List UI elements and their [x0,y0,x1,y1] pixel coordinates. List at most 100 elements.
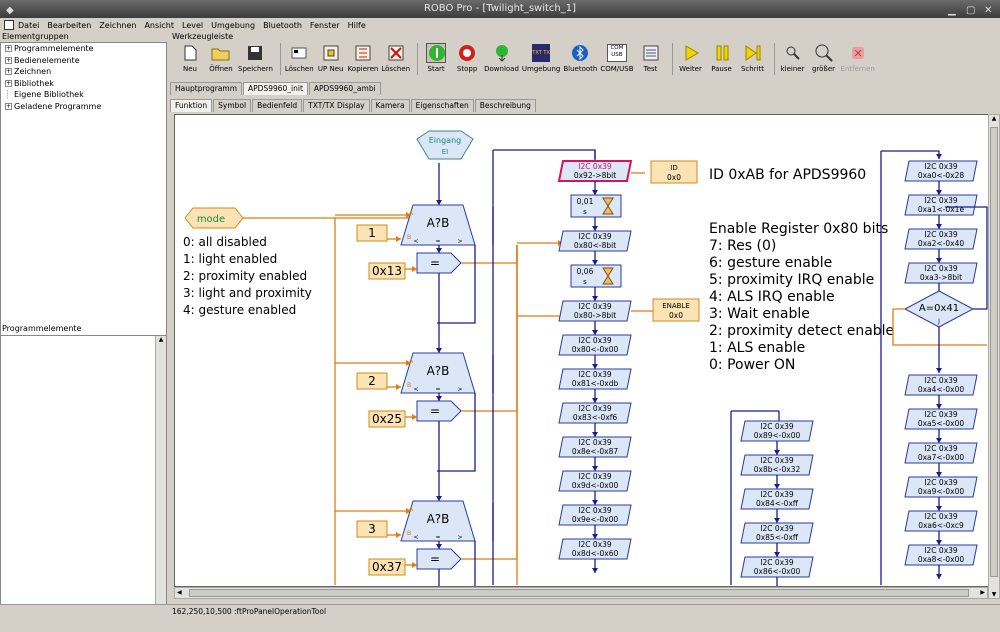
toolbar-button-pause-15[interactable]: Pause [708,43,736,73]
arrow-head [592,226,598,231]
menu-level[interactable]: Level [182,21,203,30]
tree-item-bibliothek[interactable]: + Bibliothek [1,78,166,90]
program-elements-list[interactable]: ▲ ▼ [0,335,167,618]
arrow-head [436,200,442,205]
i2c-operation: 0x84<-0xff [756,499,799,508]
wire [461,245,518,264]
subtab-funktion[interactable]: Funktion [170,99,213,112]
mode-note: 1: light enabled [183,252,277,266]
vertical-scrollbar[interactable]: ▲ ▼ [988,114,1000,599]
window-title: ROBO Pro - [Twilight_switch_1] [423,3,577,14]
toolbar-button-speichern-2[interactable]: Speichern [238,43,273,73]
tab-hauptprogramm[interactable]: Hauptprogramm [170,82,243,95]
subtab-txt-tx-display[interactable]: TXT/TX Display [303,99,370,112]
subtab-kamera[interactable]: Kamera [370,99,410,112]
scroll-up-icon[interactable]: ▲ [989,115,999,122]
app-icon[interactable] [4,20,14,30]
constant-value: 1 [368,226,376,240]
horizontal-scrollbar[interactable]: ◀ ▶ [174,587,988,599]
toolbar-button-start-7[interactable]: Start [422,43,450,73]
toolbar-button-schritt-16[interactable]: Schritt [739,43,767,73]
i2c-operation: 0x80->8bit [574,311,616,320]
tab-apds9960-init[interactable]: APDS9960_init [243,82,308,95]
environment-txt-icon: TXT TX [531,43,551,63]
menu-ansicht[interactable]: Ansicht [144,21,174,30]
i2c-address: I2C 0x39 [578,506,612,515]
program-elements-scrollbar[interactable]: ▲ ▼ [155,336,166,617]
enable-bit-note: 4: ALS IRQ enable [709,289,835,305]
toolbar-button-entfernen-19[interactable]: Entfernen [841,43,875,73]
enable-bit-note: 7: Res (0) [709,238,776,254]
title-bar[interactable]: ROBO Pro - [Twilight_switch_1] ◆ ▁ ▢ ✕ [0,0,1000,18]
bluetooth-icon [570,43,590,63]
toolbar-button-l-schen-3[interactable]: Löschen [285,43,314,73]
toolbar-button-weiter-14[interactable]: Weiter [677,43,705,73]
menu-umgebung[interactable]: Umgebung [211,21,255,30]
menu-datei[interactable]: Datei [18,21,39,30]
expand-icon[interactable]: + [5,45,12,52]
expand-icon[interactable]: + [5,102,12,110]
tree-item-programmelemente[interactable]: + Programmelemente [1,43,166,55]
expand-icon[interactable]: + [5,68,12,75]
save-disk-icon-glyph [248,46,263,60]
program-canvas[interactable]: A?B A B < = > = A?B A B < = > = A?B A B < = > = 1 0x13 2 0x25 3 0x… [174,114,1000,587]
i2c-address: I2C 0x39 [924,546,958,555]
toolbar-button-umgebung-10[interactable]: TXT TX Umgebung [522,43,560,73]
compare-label: A?B [427,512,450,526]
i2c-operation: 0x86<-0x00 [754,567,801,576]
arrow-head [936,154,942,159]
toolbar-button-download-9[interactable]: Download [484,43,519,73]
tree-item-geladene-programme[interactable]: + Geladene Programme [1,101,166,113]
copy-subprogram-icon [353,43,373,63]
toolbar-button-com-usb-12[interactable]: COM USB COM/USB [600,43,634,73]
tree-item-zeichnen[interactable]: + Zeichnen [1,66,166,78]
toolbar-button-stopp-8[interactable]: Stopp [453,43,481,73]
scroll-up-icon[interactable]: ▲ [156,336,166,343]
mode-note: 0: all disabled [183,235,267,249]
toolbar-button-l-schen-6[interactable]: Löschen [381,43,410,73]
enable-bit-note: 6: gesture enable [709,255,832,271]
menu-bluetooth[interactable]: Bluetooth [263,21,302,30]
zoom-out-icon-glyph [786,46,800,60]
scroll-right-icon[interactable]: ▶ [980,589,985,596]
toolbar-button-bluetooth-11[interactable]: Bluetooth [563,43,597,73]
arrow-head [412,414,417,420]
menu-fenster[interactable]: Fenster [310,21,340,30]
menu-zeichnen[interactable]: Zeichnen [99,21,136,30]
subtab-bedienfeld[interactable]: Bedienfeld [252,99,303,112]
toolbar-button-kopieren-5[interactable]: Kopieren [348,43,378,73]
scroll-left-icon[interactable]: ◀ [177,589,182,596]
toolbar-button-up-neu-4[interactable]: UP Neu [317,43,345,73]
toolbar-label: Test [643,65,658,73]
tree-item-label: Bedienelemente [14,55,80,65]
i2c-address: I2C 0x39 [578,302,612,311]
compare-output-mark: < [413,386,418,393]
menu-bar: Datei Bearbeiten Zeichnen Ansicht Level Umgeb… [0,18,1000,32]
toolbar-label: Entfernen [840,65,875,73]
menu-bearbeiten[interactable]: Bearbeiten [47,21,91,30]
i2c-address: I2C 0x39 [578,472,612,481]
horizontal-scroll-thumb[interactable] [189,589,969,597]
expand-icon[interactable]: + [5,56,12,64]
compare-output-mark: = [435,534,440,541]
tab-apds9960-ambi[interactable]: APDS9960_ambi [308,82,381,95]
subtab-symbol[interactable]: Symbol [213,99,252,112]
i2c-operation: 0x89<-0x00 [754,431,801,440]
toolbar-button-test-13[interactable]: Test [637,43,665,73]
i2c-address: I2C 0x39 [924,410,958,419]
subtab-beschreibung[interactable]: Beschreibung [474,99,536,112]
subtab-eigenschaften[interactable]: Eigenschaften [410,99,474,112]
menu-hilfe[interactable]: Hilfe [348,21,366,30]
tree-item-bedienelemente[interactable]: + Bedienelemente [1,55,166,67]
scroll-down-icon[interactable]: ▼ [989,591,999,598]
vertical-scroll-thumb[interactable] [990,127,998,577]
toolbar-button-gr-er-18[interactable]: größer [810,43,838,73]
toolbar-button-neu-0[interactable]: Neu [176,43,204,73]
arrow-head [936,506,942,511]
tree-item-eigene-bibliothek[interactable]: ┊ Eigene Bibliothek [1,89,166,101]
flowchart[interactable]: A?BAB< = >=A?BAB< = >=A?BAB< = >=10x1320x2530x… [175,115,1000,587]
toolbar-button-ffnen-1[interactable]: Öffnen [207,43,235,73]
expand-icon[interactable]: + [5,79,12,87]
element-groups-tree[interactable]: + Programmelemente + Bedienelemente + Zeichne… [0,42,167,354]
toolbar-button-kleiner-17[interactable]: kleiner [779,43,807,73]
